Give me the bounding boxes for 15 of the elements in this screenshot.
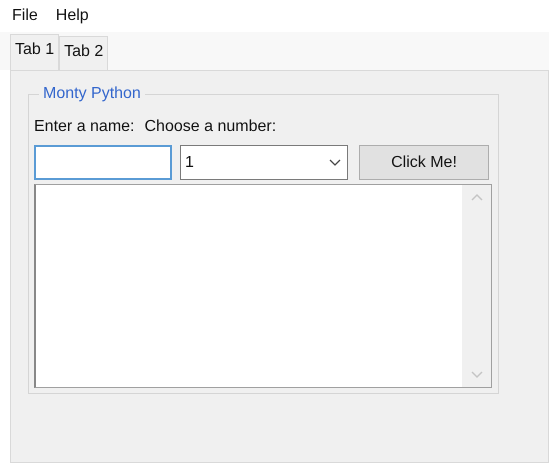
selected-value: 1 (185, 152, 194, 172)
field-label: Enter a name: (34, 117, 134, 137)
menu-item[interactable]: File (12, 4, 38, 32)
menu-item[interactable]: Help (56, 4, 89, 32)
tab[interactable]: Tab 2 (59, 36, 108, 70)
number-dropdown[interactable]: 1 (180, 145, 348, 180)
click-me-button[interactable]: Click Me! (359, 145, 489, 180)
name-input-field[interactable] (34, 145, 172, 180)
tab[interactable]: Tab 1 (10, 34, 60, 70)
scroll-up-icon[interactable] (470, 193, 482, 201)
scrollbar[interactable] (462, 185, 491, 387)
chevron-down-icon (329, 158, 341, 166)
field-label: Choose a number: (144, 117, 276, 137)
scroll-down-icon[interactable] (470, 371, 482, 379)
group-title: Monty Python (39, 84, 145, 104)
